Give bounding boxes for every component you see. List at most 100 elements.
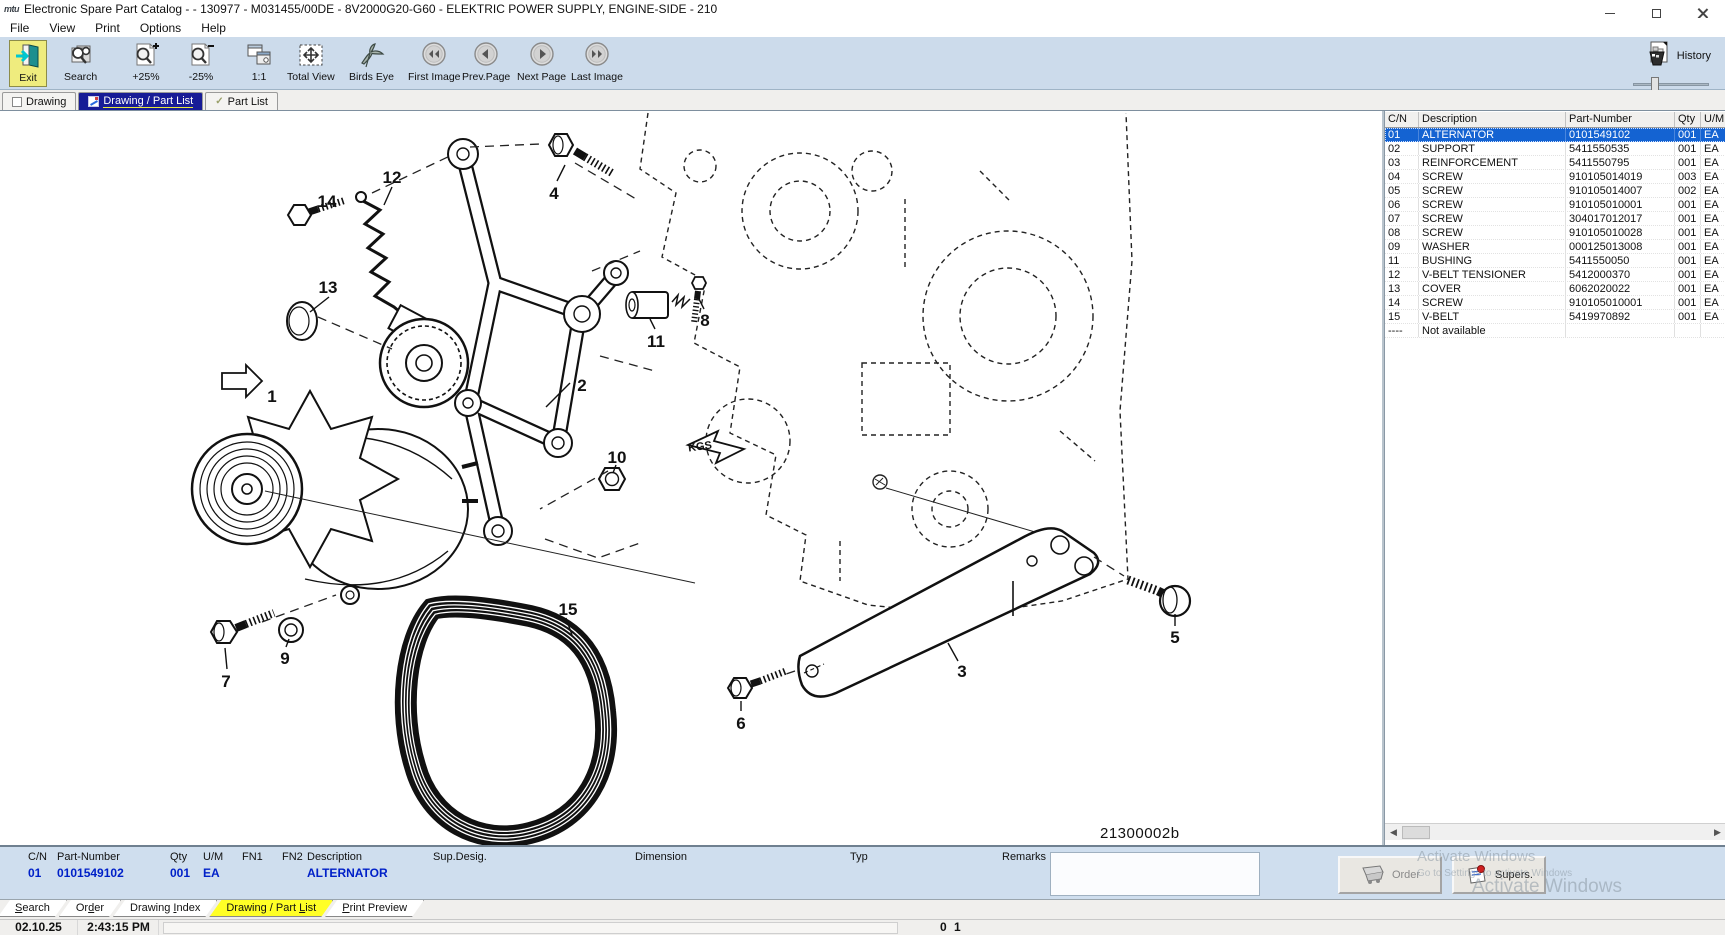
one-to-one-icon [244,40,274,70]
table-row[interactable]: 08SCREW910105010028001EA [1385,226,1725,240]
menu-options[interactable]: Options [130,19,191,37]
search-icon [66,40,96,70]
maximize-icon [1652,9,1661,18]
bottom-tab-search[interactable]: Search [0,900,67,917]
table-row[interactable]: ----Not available [1385,324,1725,338]
status-bar: 02.10.25 2:43:15 PM 0 1 [0,919,1725,935]
menu-help[interactable]: Help [191,19,236,37]
history-control[interactable]: History [1601,39,1711,89]
menu-view[interactable]: View [39,19,85,37]
part-list-check-icon: ✓ [215,96,223,107]
status-date: 02.10.25 [0,920,78,935]
last-image-button[interactable]: Last Image [571,40,623,87]
table-row[interactable]: 04SCREW910105014019003EA [1385,170,1725,184]
search-button[interactable]: Search [64,40,97,87]
detail-description-value: ALTERNATOR [307,866,388,880]
status-counter: 0 1 [940,920,963,934]
bottom-tab-order[interactable]: Order [59,900,121,917]
exit-door-icon [13,41,43,71]
app-window: mtu Electronic Spare Part Catalog - - 13… [0,0,1725,935]
detail-part-number-value: 0101549102 [57,866,124,880]
next-page-icon [527,40,557,70]
detail-description-label: Description [307,851,388,863]
supers-button[interactable]: Supers. [1452,856,1546,894]
table-row[interactable]: 12V-BELT TENSIONER5412000370001EA [1385,268,1725,282]
total-view-icon [296,40,326,70]
table-row[interactable]: 03REINFORCEMENT5411550795001EA [1385,156,1725,170]
title-bar: mtu Electronic Spare Part Catalog - - 13… [0,0,1725,18]
tab-part-list[interactable]: ✓ Part List [205,92,278,110]
drawing-number: 21300002b [1100,825,1180,842]
detail-cn-value: 01 [28,866,47,880]
table-row[interactable]: 06SCREW910105010001001EA [1385,198,1725,212]
detail-dimension-label: Dimension [635,851,687,863]
scroll-right-icon[interactable]: ▶ [1711,826,1724,839]
column-header-cn[interactable]: C/N [1385,112,1419,127]
column-header-um[interactable]: U/M [1701,112,1725,127]
table-row[interactable]: 02SUPPORT5411550535001EA [1385,142,1725,156]
one-to-one-button[interactable]: 1:1 [244,40,274,87]
menu-print[interactable]: Print [85,19,130,37]
detail-remarks-label: Remarks [1002,851,1046,863]
view-tabs: Drawing Drawing / Part List ✓ Part List [0,90,1725,110]
drawing-tab-checkbox-icon [12,97,22,107]
detail-panel: C/N01 Part-Number0101549102 Qty001 U/MEA… [0,845,1725,899]
bottom-tab-drawing-part-list[interactable]: Drawing / Part List [209,900,333,917]
table-row[interactable]: 07SCREW304017012017001EA [1385,212,1725,226]
window-title: Electronic Spare Part Catalog - - 130977… [24,2,717,16]
drawing-viewport[interactable]: 123456789101112131415 KGS 21300002b [0,111,1382,846]
zoom-out-button[interactable]: -25% [186,40,216,87]
next-page-button[interactable]: Next Page [517,40,566,87]
order-button[interactable]: Order [1338,856,1442,894]
scroll-left-icon[interactable]: ◀ [1387,826,1400,839]
table-row[interactable]: 05SCREW910105014007002EA [1385,184,1725,198]
detail-fn2-label: FN2 [282,851,303,863]
column-header-qty[interactable]: Qty [1675,112,1701,127]
main-area: 123456789101112131415 KGS 21300002b C/N … [0,110,1725,845]
zoom-in-button[interactable]: +25% [131,40,161,87]
exit-button[interactable]: Exit [9,40,47,87]
detail-part-number-label: Part-Number [57,851,124,863]
parts-table-body: 01ALTERNATOR0101549102001EA02SUPPORT5411… [1385,128,1725,338]
total-view-button[interactable]: Total View [287,40,335,87]
column-header-description[interactable]: Description [1419,112,1566,127]
prev-page-icon [471,40,501,70]
column-header-part-number[interactable]: Part-Number [1566,112,1675,127]
table-row[interactable]: 11BUSHING5411550050001EA [1385,254,1725,268]
scrollbar-thumb[interactable] [1402,826,1430,839]
history-icon [1643,39,1673,72]
detail-qty-value: 001 [170,866,190,880]
bottom-tab-drawing-index[interactable]: Drawing Index [113,900,217,917]
menu-file[interactable]: File [0,19,39,37]
birds-eye-button[interactable]: Birds Eye [349,40,394,87]
detail-um-value: EA [203,866,223,880]
status-message-field [163,922,898,934]
close-icon [1697,8,1708,19]
tab-drawing[interactable]: Drawing [2,92,76,110]
table-row[interactable]: 13COVER6062020022001EA [1385,282,1725,296]
table-row[interactable]: 15V-BELT5419970892001EA [1385,310,1725,324]
zoom-out-icon [186,40,216,70]
history-slider-track[interactable] [1633,83,1709,86]
table-row[interactable]: 14SCREW910105010001001EA [1385,296,1725,310]
tab-drawing-part-list[interactable]: Drawing / Part List [78,92,203,110]
history-label: History [1677,50,1711,62]
table-horizontal-scrollbar[interactable]: ◀ ▶ [1385,823,1725,840]
drawing-part-list-icon [88,96,99,107]
table-row[interactable]: 09WASHER000125013008001EA [1385,240,1725,254]
prev-page-button[interactable]: Prev.Page [462,40,510,87]
first-image-button[interactable]: First Image [408,40,461,87]
technical-drawing [0,111,1382,846]
menu-bar: File View Print Options Help [0,18,1725,37]
parts-table-header: C/N Description Part-Number Qty U/M [1385,112,1725,128]
supers-note-icon [1465,863,1489,888]
detail-fn1-label: FN1 [242,851,263,863]
detail-qty-label: Qty [170,851,190,863]
order-cart-icon [1360,863,1386,888]
table-row[interactable]: 01ALTERNATOR0101549102001EA [1385,128,1725,142]
parts-table: C/N Description Part-Number Qty U/M 01AL… [1384,111,1725,846]
detail-typ-label: Typ [850,851,868,863]
status-time: 2:43:15 PM [79,920,159,935]
bottom-tab-print-preview[interactable]: Print Preview [325,900,424,917]
birds-eye-bird-icon [356,40,386,70]
